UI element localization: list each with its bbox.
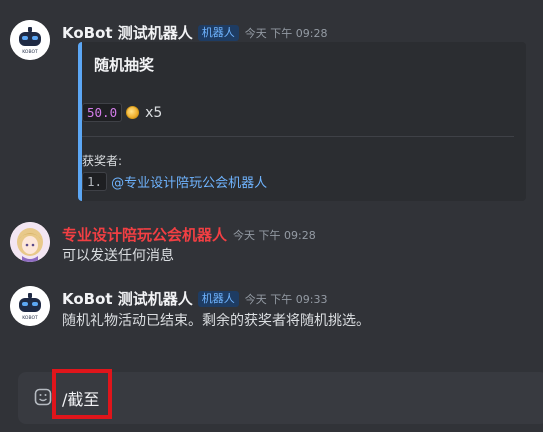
author-name[interactable]: KoBot 测试机器人	[62, 22, 193, 43]
timestamp: 今天 下午 09:28	[244, 26, 328, 40]
bot-avatar[interactable]: KOBOT	[10, 286, 50, 326]
bot-badge: 机器人	[197, 290, 239, 307]
embed-title: 随机抽奖	[94, 56, 155, 74]
message-header: KoBot 测试机器人 机器人 今天 下午 09:28	[62, 22, 328, 43]
bot-badge: 机器人	[197, 24, 239, 41]
annotation-highlight-box	[52, 369, 112, 419]
winners-label: 获奖者:	[82, 154, 123, 168]
message-text: 随机礼物活动已结束。剩余的获奖者将随机挑选。	[62, 313, 370, 329]
coin-icon	[126, 106, 140, 119]
timestamp: 今天 下午 09:33	[244, 292, 328, 306]
lottery-embed: 随机抽奖 50.0 x5 获奖者: 1. @专业设计陪玩公会机器人	[78, 42, 526, 201]
message-text: 可以发送任何消息	[62, 248, 174, 264]
timestamp: 今天 下午 09:28	[233, 228, 316, 242]
prize-multiplier: x5	[145, 104, 163, 121]
user-avatar[interactable]	[10, 222, 50, 262]
author-name[interactable]: KoBot 测试机器人	[62, 288, 193, 309]
anime-girl-avatar-icon	[10, 222, 50, 262]
svg-text:KOBOT: KOBOT	[22, 315, 38, 321]
robot-avatar-icon: KOBOT	[10, 286, 50, 326]
robot-avatar-icon: KOBOT	[10, 20, 50, 60]
winner-mention[interactable]: @专业设计陪玩公会机器人	[111, 172, 267, 191]
bot-avatar[interactable]: KOBOT	[10, 20, 50, 60]
prize-amount: 50.0	[82, 103, 123, 122]
svg-text:KOBOT: KOBOT	[22, 49, 38, 55]
message-header: 专业设计陪玩公会机器人 今天 下午 09:28	[62, 224, 316, 245]
message-header: KoBot 测试机器人 机器人 今天 下午 09:33	[62, 288, 328, 309]
winner-index: 1.	[82, 172, 108, 191]
prize-row: 50.0 x5	[82, 103, 162, 122]
author-name[interactable]: 专业设计陪玩公会机器人	[62, 224, 227, 245]
embed-divider	[82, 136, 514, 137]
winner-row: 1. @专业设计陪玩公会机器人	[82, 172, 267, 191]
emoji-upload-icon[interactable]	[34, 388, 52, 406]
